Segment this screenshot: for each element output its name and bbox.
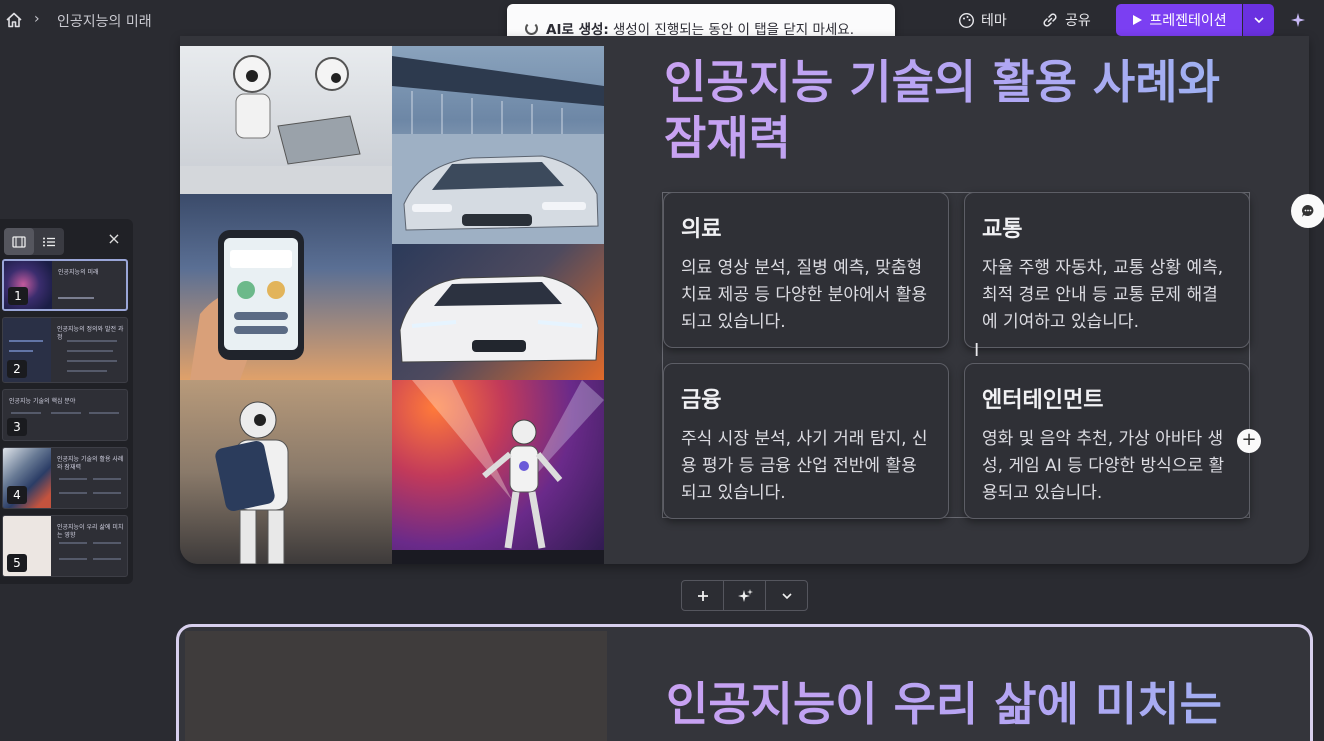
next-slide-image-placeholder <box>185 631 607 741</box>
filmstrip-icon <box>12 235 26 248</box>
thumb-number: 3 <box>7 418 27 436</box>
card-entertainment[interactable]: 엔터테인먼트 영화 및 음악 추천, 가상 아바타 생성, 게임 AI 등 다양… <box>964 363 1250 519</box>
link-icon <box>1043 13 1057 27</box>
slide-title[interactable]: 인공지능 기술의 활용 사례와 잠재력 <box>664 54 1264 166</box>
chevron-down-icon <box>1253 17 1264 24</box>
card-transport[interactable]: 교통 자율 주행 자동차, 교통 상황 예측, 최적 경로 안내 등 교통 문제… <box>964 192 1250 348</box>
thumb-title: 인공지능이 우리 삶에 미치는 영향 <box>57 524 124 539</box>
comment-icon <box>1302 205 1314 217</box>
thumb-number: 4 <box>7 486 27 504</box>
photo-collage <box>180 46 604 564</box>
list-view-button[interactable] <box>34 228 64 255</box>
card-heading: 엔터테인먼트 <box>982 388 1104 413</box>
robot-stage-image <box>392 380 604 564</box>
theme-button[interactable]: 테마 <box>958 10 1007 30</box>
phone-hand-image <box>180 194 392 380</box>
thumb-number: 5 <box>7 554 27 572</box>
toast-bold-label: AI로 생성: <box>546 22 609 38</box>
loading-spinner-icon <box>525 21 538 35</box>
slide-panel: × 인공지능의 미래 1 인공지능의 정의와 발전 과정 2 인공지능 기술의 … <box>0 219 133 584</box>
card-medical[interactable]: 의료 의료 영상 분석, 질병 예측, 맞춤형 치료 제공 등 다양한 분야에서… <box>663 192 949 348</box>
ai-generate-slide-button[interactable] <box>723 581 765 610</box>
next-slide-title[interactable]: 인공지능이 우리 삶에 미치는 <box>666 675 1306 733</box>
sparkle-icon <box>737 588 753 602</box>
share-button[interactable]: 공유 <box>1041 10 1091 30</box>
insert-options-button[interactable] <box>765 581 807 610</box>
add-card-button[interactable]: + <box>1237 429 1261 453</box>
card-body: 의료 영상 분석, 질병 예측, 맞춤형 치료 제공 등 다양한 분야에서 활용… <box>681 258 927 332</box>
plus-icon <box>697 590 708 601</box>
silver-car-image <box>392 134 604 244</box>
view-toggle <box>4 228 64 255</box>
play-icon <box>1133 15 1143 25</box>
card-body: 주식 시장 분석, 사기 거래 탐지, 신용 평가 등 금융 산업 전반에 활용… <box>681 429 928 503</box>
sparkle-icon[interactable] <box>1289 11 1307 29</box>
slide-thumbnail-5[interactable]: 인공지능이 우리 삶에 미치는 영향 5 <box>2 515 128 577</box>
slide-thumbnail-3[interactable]: 인공지능 기술의 핵심 분야 3 <box>2 389 128 441</box>
comment-button[interactable] <box>1291 194 1324 228</box>
slide-thumbnail-1[interactable]: 인공지능의 미래 1 <box>2 259 128 311</box>
next-slide[interactable]: 인공지능이 우리 삶에 미치는 <box>176 624 1313 741</box>
thumb-title: 인공지능 기술의 활용 사례와 잠재력 <box>57 456 124 471</box>
thumb-title: 인공지능의 미래 <box>58 269 99 276</box>
add-slide-button[interactable] <box>682 581 723 610</box>
present-button[interactable]: 프레젠테이션 <box>1116 4 1242 36</box>
chevron-down-icon <box>781 592 792 599</box>
card-heading: 금융 <box>681 388 722 413</box>
card-body: 자율 주행 자동차, 교통 상황 예측, 최적 경로 안내 등 교통 문제 해결… <box>982 258 1224 332</box>
card-heading: 의료 <box>681 217 722 242</box>
chevron-right-icon: › <box>34 11 40 27</box>
thumb-number: 1 <box>8 287 28 305</box>
close-icon[interactable]: × <box>106 231 122 247</box>
card-finance[interactable]: 금융 주식 시장 분석, 사기 거래 탐지, 신용 평가 등 금융 산업 전반에… <box>663 363 949 519</box>
insert-slide-toolbar <box>681 580 808 611</box>
robot-tablet-image <box>180 380 392 564</box>
text-cursor-icon: I <box>974 340 980 361</box>
current-slide[interactable]: 인공지능 기술의 활용 사례와 잠재력 의료 의료 영상 분석, 질병 예측, … <box>180 36 1309 564</box>
home-icon[interactable] <box>4 10 24 30</box>
slide-thumbnail-4[interactable]: 인공지능 기술의 활용 사례와 잠재력 4 <box>2 447 128 509</box>
card-heading: 교통 <box>982 217 1023 242</box>
breadcrumb-doc-title[interactable]: 인공지능의 미래 <box>57 11 152 31</box>
list-icon <box>43 237 55 246</box>
palette-icon <box>958 12 975 28</box>
thumb-title: 인공지능 기술의 핵심 분야 <box>9 398 76 405</box>
filmstrip-view-button[interactable] <box>4 228 34 255</box>
share-label: 공유 <box>1065 13 1091 29</box>
thumb-number: 2 <box>7 360 27 378</box>
slide-thumbnail-2[interactable]: 인공지능의 정의와 발전 과정 2 <box>2 317 128 383</box>
theme-label: 테마 <box>981 13 1007 29</box>
white-car-image <box>392 244 604 380</box>
present-dropdown-button[interactable] <box>1243 4 1274 36</box>
robot-laptop-image <box>180 46 392 194</box>
card-body: 영화 및 음악 추천, 가상 아바타 생성, 게임 AI 등 다양한 방식으로 … <box>982 429 1225 503</box>
toast-message: 생성이 진행되는 동안 이 탭을 닫지 마세요. <box>612 22 855 38</box>
present-label: 프레젠테이션 <box>1149 13 1227 29</box>
